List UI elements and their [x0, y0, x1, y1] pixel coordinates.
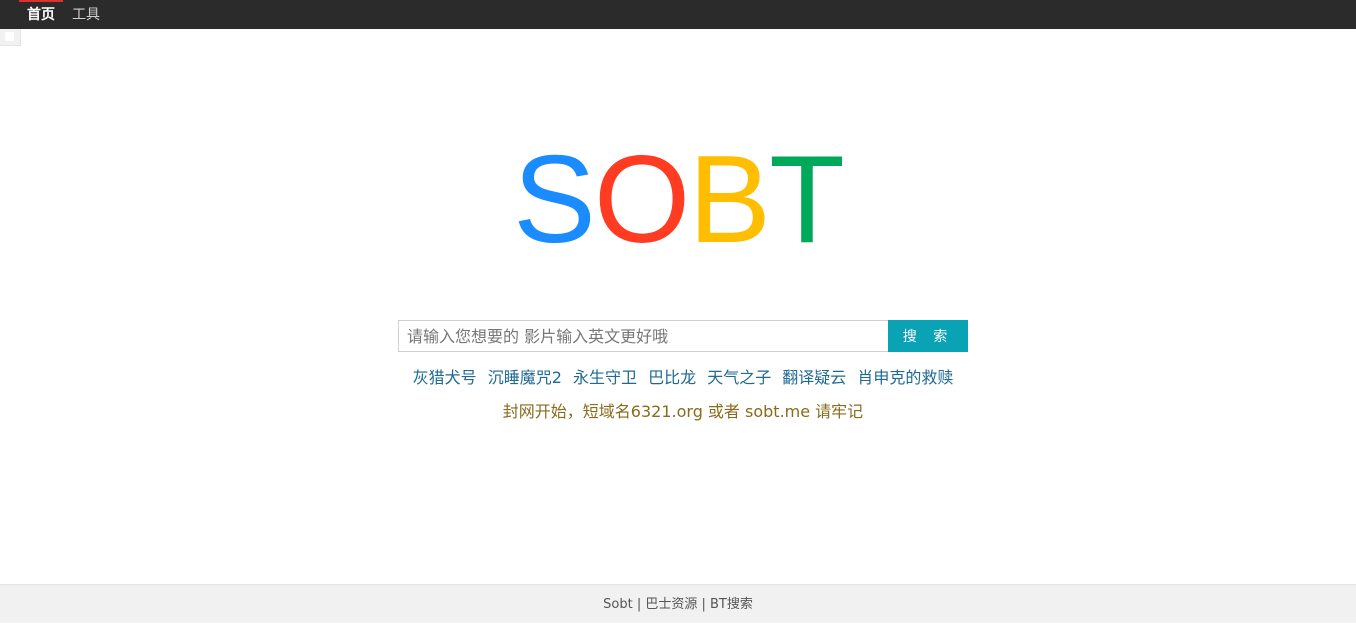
- search-button[interactable]: 搜 索: [888, 320, 968, 352]
- nav-item-tools[interactable]: 工具: [72, 0, 100, 29]
- footer: Sobt | 巴士资源 | BT搜索: [0, 584, 1356, 623]
- logo-letter-t: T: [769, 131, 845, 269]
- hot-link[interactable]: 灰猎犬号: [413, 368, 477, 387]
- hot-link[interactable]: 巴比龙: [648, 368, 696, 387]
- logo-letter-o: O: [593, 131, 690, 269]
- side-toggle-icon: [5, 32, 14, 41]
- top-navbar: 首页 工具: [0, 0, 1356, 29]
- hot-link[interactable]: 天气之子: [707, 368, 771, 387]
- hot-link[interactable]: 沉睡魔咒2: [488, 368, 562, 387]
- nav-item-home[interactable]: 首页: [19, 0, 63, 29]
- hot-link[interactable]: 肖申克的救赎: [857, 368, 953, 387]
- search-form: 搜 索: [398, 320, 968, 352]
- hot-link[interactable]: 翻译疑云: [782, 368, 846, 387]
- domain-notice: 封网开始，短域名6321.org 或者 sobt.me 请牢记: [502, 402, 864, 421]
- side-toggle-tab[interactable]: [0, 29, 21, 46]
- hot-search-links: 灰猎犬号 沉睡魔咒2 永生守卫 巴比龙 天气之子 翻译疑云 肖申克的救赎: [0, 364, 1356, 388]
- hot-link[interactable]: 永生守卫: [573, 368, 637, 387]
- logo-letter-s: S: [513, 131, 596, 269]
- search-input[interactable]: [398, 320, 888, 352]
- logo-letter-b: B: [688, 131, 771, 269]
- site-logo: SOBT: [0, 138, 1356, 262]
